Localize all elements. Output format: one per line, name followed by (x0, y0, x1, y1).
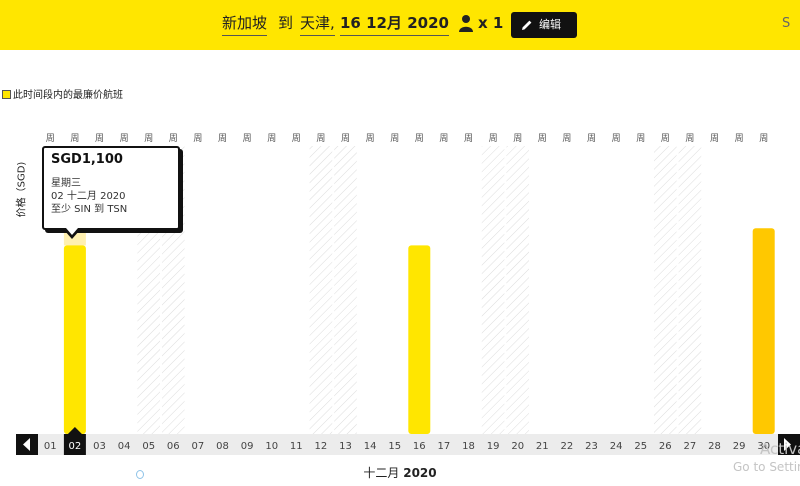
date-label-08[interactable]: 08 (216, 441, 229, 452)
fare-bar-16[interactable] (408, 245, 431, 434)
weekday-label-05: 周 (144, 133, 153, 144)
date-label-13[interactable]: 13 (339, 441, 352, 452)
date-label-12[interactable]: 12 (315, 441, 328, 452)
date-label-17[interactable]: 17 (438, 441, 451, 452)
weekday-label-18: 周 (464, 133, 473, 144)
date-label-25[interactable]: 25 (634, 441, 647, 452)
weekday-label-07: 周 (193, 133, 202, 144)
weekday-label-24: 周 (612, 133, 621, 144)
activation-watermark-subtitle: Go to Settin (733, 460, 800, 474)
weekday-label-27: 周 (685, 133, 694, 144)
fare-bar-30[interactable] (752, 228, 775, 434)
fare-calendar-page: 新加坡 到 天津, 16 12月 2020 x 1 编辑 S 此时间段内的最廉价… (0, 0, 800, 486)
chat-bubble-icon[interactable] (136, 470, 144, 479)
unavailable-column-26 (654, 146, 677, 434)
x-axis-month: 十二月 (363, 466, 400, 480)
fare-tooltip: SGD1,100 星期三 02 十二月 2020 至少 SIN 到 TSN (42, 146, 180, 230)
weekday-label-04: 周 (120, 133, 129, 144)
weekday-label-01: 周 (46, 133, 55, 144)
weekday-label-30: 周 (759, 133, 768, 144)
weekday-label-03: 周 (95, 133, 104, 144)
weekday-label-15: 周 (390, 133, 399, 144)
date-label-09[interactable]: 09 (241, 441, 254, 452)
weekday-label-23: 周 (587, 133, 596, 144)
date-label-07[interactable]: 07 (192, 441, 205, 452)
tooltip-weekday: 星期三 (51, 178, 81, 189)
weekday-label-21: 周 (538, 133, 547, 144)
date-label-23[interactable]: 23 (585, 441, 598, 452)
unavailable-column-12 (309, 146, 333, 434)
date-label-10[interactable]: 10 (265, 441, 278, 452)
fare-bar-chart: 周 周 周 周 周 周 周 周 周 周 周 周 周 周 周 周 周 周 周 周 周 周 周 周 周 周 周 周 周 周 01 02 03 04 0… (16, 133, 800, 455)
weekday-label-14: 周 (366, 133, 375, 144)
unavailable-column-13 (334, 146, 357, 434)
weekday-label-13: 周 (341, 133, 350, 144)
weekday-label-29: 周 (735, 133, 744, 144)
date-label-03[interactable]: 03 (93, 441, 106, 452)
weekday-label-17: 周 (439, 133, 448, 144)
weekday-label-20: 周 (513, 133, 522, 144)
tooltip-pointer-inner (66, 228, 78, 235)
date-label-20[interactable]: 20 (511, 441, 524, 452)
unavailable-column-19 (481, 146, 505, 434)
date-label-11[interactable]: 11 (290, 441, 303, 452)
date-label-19[interactable]: 19 (487, 441, 500, 452)
tooltip-date: 02 十二月 2020 (51, 191, 126, 202)
x-axis-label: 十二月 2020 (0, 464, 800, 481)
tooltip-price: SGD1,100 (51, 152, 123, 167)
activation-watermark-title: Activate (760, 440, 800, 458)
weekday-label-25: 周 (636, 133, 645, 144)
date-label-04[interactable]: 04 (118, 441, 131, 452)
date-label-05[interactable]: 05 (142, 441, 155, 452)
weekday-label-28: 周 (710, 133, 719, 144)
x-axis-year: 2020 (403, 466, 437, 480)
tooltip-route: 至少 SIN 到 TSN (51, 204, 128, 215)
weekday-label-16: 周 (415, 133, 424, 144)
date-label-18[interactable]: 18 (462, 441, 475, 452)
unavailable-column-20 (506, 146, 529, 434)
date-label-28[interactable]: 28 (708, 441, 721, 452)
weekday-label-06: 周 (169, 133, 178, 144)
date-label-01[interactable]: 01 (44, 441, 57, 452)
weekday-label-12: 周 (316, 133, 325, 144)
date-label-16[interactable]: 16 (413, 441, 426, 452)
fare-bar-02[interactable] (63, 245, 86, 434)
unavailable-column-27 (678, 146, 702, 434)
date-label-21[interactable]: 21 (536, 441, 549, 452)
date-label-22[interactable]: 22 (561, 441, 574, 452)
date-label-14[interactable]: 14 (364, 441, 377, 452)
date-label-15[interactable]: 15 (388, 441, 401, 452)
weekday-label-02: 周 (70, 133, 79, 144)
date-label-24[interactable]: 24 (610, 441, 623, 452)
date-label-06[interactable]: 06 (167, 441, 180, 452)
weekday-label-22: 周 (562, 133, 571, 144)
weekday-label-10: 周 (267, 133, 276, 144)
date-label-02[interactable]: 02 (69, 441, 82, 452)
weekday-label-08: 周 (218, 133, 227, 144)
weekday-label-09: 周 (243, 133, 252, 144)
weekday-label-11: 周 (292, 133, 301, 144)
date-label-27[interactable]: 27 (684, 441, 697, 452)
weekday-label-19: 周 (489, 133, 498, 144)
weekday-label-26: 周 (661, 133, 670, 144)
date-label-29[interactable]: 29 (733, 441, 746, 452)
date-label-26[interactable]: 26 (659, 441, 672, 452)
